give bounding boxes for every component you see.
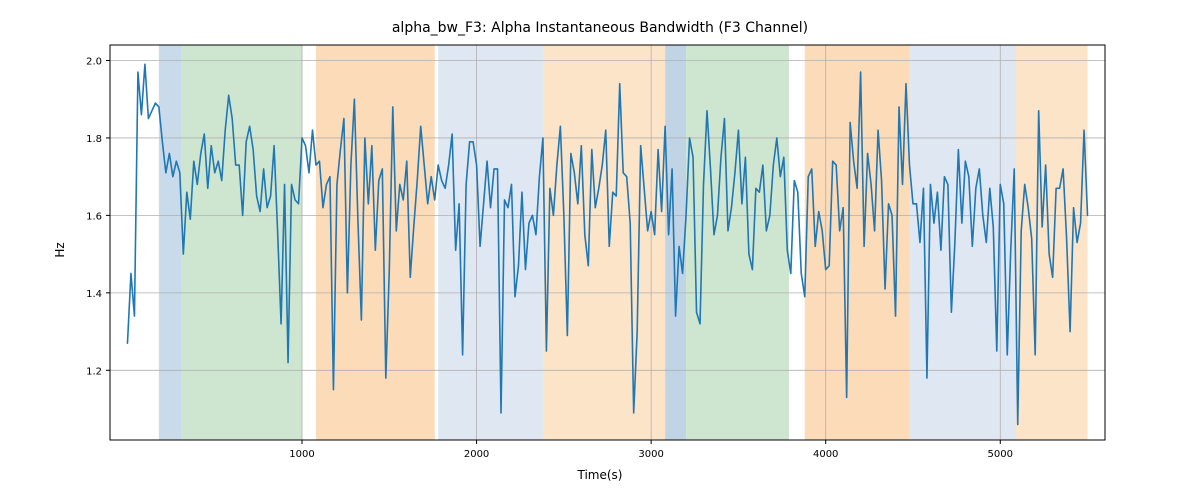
x-tick-label: 2000: [464, 449, 489, 460]
x-tick-label: 1000: [289, 449, 314, 460]
y-tick-label: 1.4: [86, 289, 102, 300]
chart-figure: alpha_bw_F3: Alpha Instantaneous Bandwid…: [0, 0, 1200, 500]
x-axis: 1000 2000 3000 4000 5000: [289, 440, 1013, 460]
chart-svg: 1000 2000 3000 4000 5000 1.2 1.4 1.6 1.8 2.0: [0, 0, 1200, 500]
y-tick-label: 2.0: [86, 56, 102, 67]
x-tick-label: 3000: [638, 449, 663, 460]
y-tick-label: 1.6: [86, 211, 102, 222]
region-bands: [159, 45, 1088, 440]
y-tick-label: 1.2: [86, 366, 102, 377]
x-tick-label: 5000: [988, 449, 1013, 460]
x-tick-label: 4000: [813, 449, 838, 460]
y-axis: 1.2 1.4 1.6 1.8 2.0: [86, 56, 110, 377]
y-tick-label: 1.8: [86, 134, 102, 145]
